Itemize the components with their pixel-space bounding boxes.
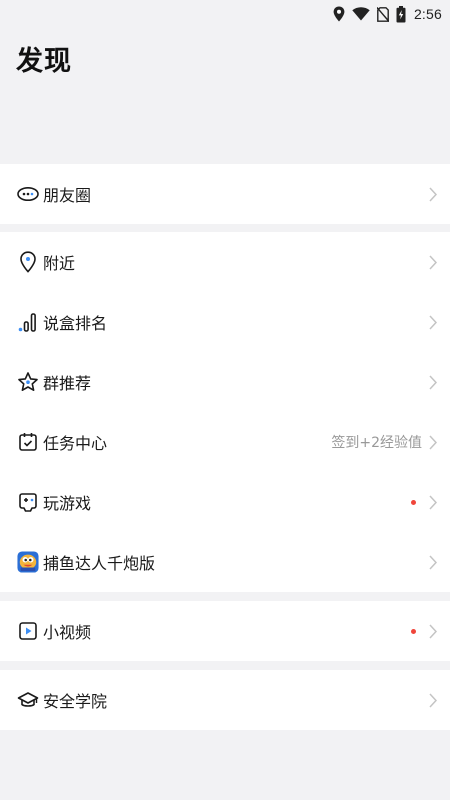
row-label: 小视频 — [43, 623, 92, 642]
row-label: 附近 — [43, 254, 76, 273]
location-icon — [333, 6, 345, 22]
row-label: 群推荐 — [43, 374, 92, 393]
section-security: 安全学院 — [0, 670, 450, 730]
header: 发现 — [0, 28, 450, 88]
chevron-right-icon — [428, 623, 438, 639]
chevron-right-icon — [428, 692, 438, 708]
chevron-right-icon — [428, 254, 438, 270]
status-time: 2:56 — [413, 6, 442, 22]
row-label: 说盒排名 — [43, 314, 108, 333]
wifi-icon — [352, 7, 370, 21]
no-sim-icon — [376, 6, 389, 22]
star-icon — [17, 371, 39, 393]
chevron-right-icon — [428, 314, 438, 330]
row-label: 捕鱼达人千炮版 — [43, 554, 156, 573]
calendar-task-icon — [17, 431, 39, 453]
ranking-icon — [17, 311, 39, 333]
gamepad-icon — [17, 491, 39, 513]
section-video: 小视频 — [0, 601, 450, 661]
row-label: 朋友圈 — [43, 186, 92, 205]
checkin-hint: 签到+2经验值 — [331, 435, 422, 451]
row-moments[interactable]: 朋友圈 — [0, 164, 450, 224]
chevron-right-icon — [428, 494, 438, 510]
chevron-right-icon — [428, 374, 438, 390]
row-label: 玩游戏 — [43, 494, 92, 513]
battery-charging-icon — [396, 5, 406, 23]
row-play-games[interactable]: 玩游戏 — [0, 472, 450, 532]
notification-dot — [411, 499, 416, 505]
page-title: 发现 — [16, 45, 72, 77]
section-moments: 朋友圈 — [0, 164, 450, 224]
chevron-right-icon — [428, 186, 438, 202]
row-ranking[interactable]: 说盒排名 — [0, 292, 450, 352]
fishing-game-icon — [17, 551, 39, 573]
notification-dot — [411, 628, 416, 634]
video-play-icon — [17, 620, 39, 642]
row-fishing-game[interactable]: 捕鱼达人千炮版 — [0, 532, 450, 592]
row-label: 任务中心 — [43, 434, 108, 453]
location-pin-icon — [17, 251, 39, 273]
row-nearby[interactable]: 附近 — [0, 232, 450, 292]
chevron-right-icon — [428, 554, 438, 570]
status-bar: 2:56 — [0, 0, 450, 28]
moments-icon — [17, 183, 39, 205]
row-security-academy[interactable]: 安全学院 — [0, 670, 450, 730]
row-short-video[interactable]: 小视频 — [0, 601, 450, 661]
graduation-cap-icon — [17, 689, 39, 711]
row-task-center[interactable]: 任务中心 签到+2经验值 — [0, 412, 450, 472]
section-explore: 附近 说盒排名 群推荐 任务中心 签到+2经验值 玩游戏 捕鱼达人千炮版 — [0, 232, 450, 592]
chevron-right-icon — [428, 434, 438, 450]
row-group-recommend[interactable]: 群推荐 — [0, 352, 450, 412]
row-label: 安全学院 — [43, 692, 108, 711]
